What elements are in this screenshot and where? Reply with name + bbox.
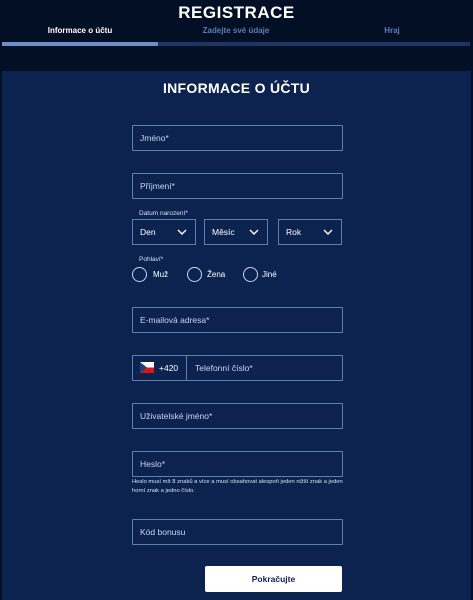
birth-day-select[interactable]: Den [132,219,196,245]
phone-placeholder: Telefonní číslo* [195,363,253,373]
section-title: INFORMACE O ÚČTU [162,80,311,96]
birthdate-label: Datum narození* [139,210,188,217]
gender-radio-female[interactable] [187,267,202,282]
username-field[interactable]: Uživatelské jméno* [132,403,343,429]
birth-year-select[interactable]: Rok [278,219,342,245]
last-name-field[interactable]: Příjmení* [132,173,343,199]
chevron-down-icon [249,229,259,235]
country-code: +420 [159,363,179,373]
last-name-placeholder: Příjmení* [140,181,175,191]
step-play[interactable]: Hraj [314,26,470,35]
gender-option-label: Muž [153,270,169,279]
birth-month-select[interactable]: Měsíc [204,219,268,245]
bonus-code-placeholder: Kód bonusu [140,527,186,537]
birth-day-value: Den [140,227,156,237]
username-placeholder: Uživatelské jméno* [140,411,213,421]
gender-option-label: Žena [207,270,226,279]
email-placeholder: E-mailová adresa* [140,315,210,325]
email-field[interactable]: E-mailová adresa* [132,307,343,333]
password-placeholder: Heslo* [140,459,166,469]
country-code-selector[interactable]: +420 [133,356,187,380]
progress-fill [2,42,158,46]
gender-radio-other[interactable] [243,267,258,282]
first-name-field[interactable]: Jméno* [132,125,343,151]
phone-field[interactable]: +420 Telefonní číslo* [132,355,343,381]
birth-year-value: Rok [286,227,302,237]
birth-month-value: Měsíc [212,227,235,237]
czech-flag-icon [140,362,154,373]
step-account-info[interactable]: Informace o účtu [2,26,158,35]
gender-label: Pohlaví* [139,256,164,263]
continue-button[interactable]: Pokračujte [205,566,342,592]
bonus-code-field[interactable]: Kód bonusu [132,519,343,545]
chevron-down-icon [323,229,333,235]
chevron-down-icon [177,229,187,235]
step-personal-details[interactable]: Zadejte své údaje [158,26,314,35]
page-title: REGISTRACE [178,3,295,22]
first-name-placeholder: Jméno* [140,133,169,143]
gender-option-label: Jiné [262,270,277,279]
password-field[interactable]: Heslo* [132,451,343,477]
gender-radio-male[interactable] [132,267,147,282]
password-hint: Heslo musí mít 8 znaků a více a musí obs… [132,479,343,494]
